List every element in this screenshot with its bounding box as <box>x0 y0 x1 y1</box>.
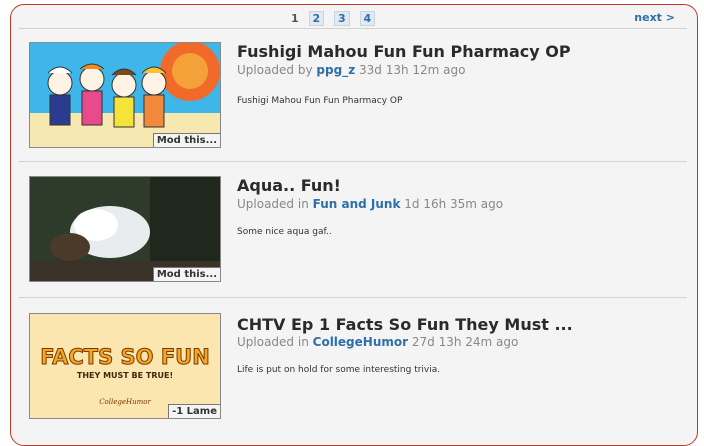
video-description: Life is put on hold for some interesting… <box>237 365 441 375</box>
video-meta: Uploaded in CollegeHumor 27d 13h 24m ago <box>237 335 518 349</box>
page-numbers: 1 2 3 4 <box>291 11 381 26</box>
mod-this-badge[interactable]: Mod this... <box>152 133 220 147</box>
meta-prefix: Uploaded in <box>237 335 309 349</box>
mod-this-badge[interactable]: Mod this... <box>152 267 220 281</box>
anime-girls-thumbnail-image <box>30 43 220 147</box>
video-thumbnail[interactable]: Mod this... <box>29 42 221 148</box>
page-current: 1 <box>291 12 299 25</box>
video-item: FACTS SO FUN THEY MUST BE TRUE! CollegeH… <box>11 301 697 425</box>
page-link-2[interactable]: 2 <box>308 11 325 26</box>
video-thumbnail[interactable]: FACTS SO FUN THEY MUST BE TRUE! CollegeH… <box>29 313 221 419</box>
category-link[interactable]: Fun and Junk <box>313 197 401 211</box>
video-item: Mod this... Fushigi Mahou Fun Fun Pharma… <box>11 33 697 157</box>
facts-so-fun-thumbnail-image: FACTS SO FUN THEY MUST BE TRUE! CollegeH… <box>30 314 220 418</box>
video-title[interactable]: Fushigi Mahou Fun Fun Pharmacy OP <box>237 42 571 61</box>
meta-prefix: Uploaded in <box>237 197 309 211</box>
next-page-link[interactable]: next > <box>634 11 675 24</box>
video-meta: Uploaded by ppg_z 33d 13h 12m ago <box>237 63 466 77</box>
video-description: Some nice aqua gaf.. <box>237 227 332 237</box>
video-thumbnail[interactable]: Mod this... <box>29 176 221 282</box>
thumb-logo: CollegeHumor <box>99 398 151 406</box>
video-description: Fushigi Mahou Fun Fun Pharmacy OP <box>237 96 403 106</box>
divider <box>19 161 687 162</box>
thumb-subline: THEY MUST BE TRUE! <box>77 371 173 380</box>
page-link-4[interactable]: 4 <box>359 11 376 26</box>
aqua-scene-thumbnail-image <box>30 177 220 281</box>
page-link-3[interactable]: 3 <box>334 11 350 26</box>
video-list-panel: 1 2 3 4 next > Mod this... Fushigi Mahou… <box>10 4 698 446</box>
meta-time: 1d 16h 35m ago <box>404 197 504 211</box>
category-link[interactable]: CollegeHumor <box>313 335 408 349</box>
meta-prefix: Uploaded by <box>237 63 313 77</box>
pagination: 1 2 3 4 next > <box>11 5 697 27</box>
uploader-link[interactable]: ppg_z <box>316 63 355 77</box>
video-title[interactable]: Aqua.. Fun! <box>237 176 341 195</box>
meta-time: 27d 13h 24m ago <box>411 335 519 349</box>
lame-badge[interactable]: -1 Lame <box>168 404 220 418</box>
meta-time: 33d 13h 12m ago <box>359 63 466 77</box>
divider <box>19 28 687 29</box>
video-title[interactable]: CHTV Ep 1 Facts So Fun They Must ... <box>237 315 573 334</box>
video-item: Mod this... Aqua.. Fun! Uploaded in Fun … <box>11 165 697 289</box>
video-meta: Uploaded in Fun and Junk 1d 16h 35m ago <box>237 197 503 211</box>
thumb-headline: FACTS SO FUN <box>40 345 210 369</box>
divider <box>19 297 687 298</box>
